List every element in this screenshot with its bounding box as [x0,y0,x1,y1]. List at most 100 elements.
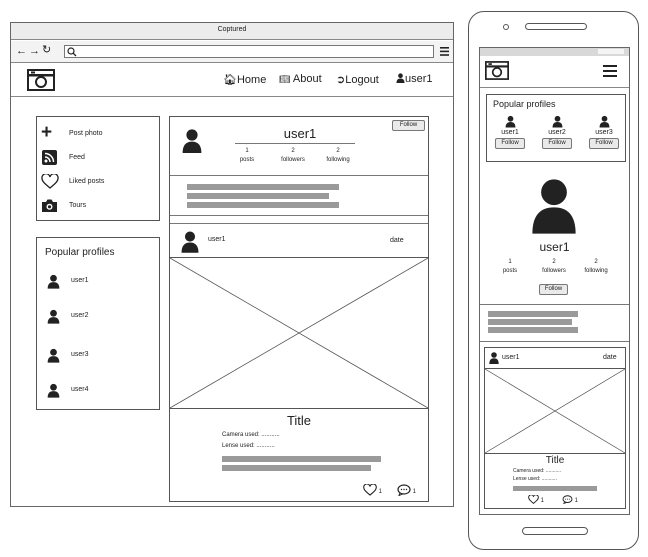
search-icon [67,47,77,57]
camera-logo-icon[interactable] [485,61,509,80]
phone-home-button [522,527,588,535]
user-icon [552,115,562,128]
post-date: date [603,354,617,361]
post-card: user1 date Title Camera used: ..........… [484,347,626,509]
signal-battery-icon [598,49,624,54]
nav-about-link[interactable]: 📖︎ About [279,73,322,85]
follow-button[interactable]: Follow [589,138,619,149]
popular-profiles-title: Popular profiles [45,247,115,258]
browser-toolbar: ← → ↻ [11,41,453,63]
sidebar-item-post-photo[interactable]: + Post photo [41,122,156,143]
stat-following: 2 following [326,148,350,163]
follow-button[interactable]: Follow [539,284,568,295]
back-arrow-icon[interactable]: ← [16,46,27,57]
logout-icon: ➲ [336,74,346,86]
heart-icon [363,484,377,496]
url-input[interactable] [64,45,434,58]
post-lense-used: Lense used: ........... [513,476,557,482]
post-title: Title [545,455,565,466]
browser-titlebar: Coptured [11,23,453,40]
stat-posts: 1 posts [239,148,255,163]
profile-avatar[interactable] [182,129,202,153]
image-placeholder-cross [170,258,428,408]
rss-feed-icon [42,150,57,165]
popular-profile-user3: user3 Follow [586,115,622,157]
post-author-avatar[interactable] [181,231,199,253]
phone-speaker [525,23,587,30]
popular-profile-user4[interactable]: user4 [47,383,147,399]
home-icon: 🏠︎ [223,74,237,86]
post-camera-used: Camera used: ........... [513,468,562,474]
sidebar-menu: + Post photo Feed Liked posts Tours [36,116,160,221]
follow-button[interactable]: Follow [542,138,572,149]
bio-placeholder-line [187,193,329,199]
bio-placeholder-line [187,184,339,190]
top-navbar: 🏠︎Home 📖︎ About ➲Logout user1 [11,64,453,97]
bio-placeholder-line [488,327,578,333]
nav-logout-link[interactable]: ➲Logout [336,73,379,86]
stat-posts: 1 posts [502,259,518,274]
popular-profile-user1[interactable]: user1 [47,274,147,290]
user-icon [396,73,405,83]
phone-screen: Popular profiles user1 Follow user2 Foll… [479,47,630,515]
camera-logo-icon[interactable] [27,69,55,91]
post-date: date [390,237,404,244]
post-header: user1 date [170,224,428,257]
comment-button[interactable]: 1 [397,484,416,496]
nav-home-link[interactable]: 🏠︎Home [223,73,266,86]
book-icon: 📖︎ [279,74,291,84]
stat-following: 2 following [584,259,608,274]
camera-icon [42,199,57,212]
popular-profiles-panel: Popular profiles user1 Follow user2 Foll… [486,94,626,162]
phone-camera [503,24,509,30]
stat-followers: 2 followers [542,259,566,274]
popular-profile-user3[interactable]: user3 [47,348,147,364]
section-divider [170,175,428,176]
popular-profiles-title: Popular profiles [493,99,556,109]
hamburger-menu-icon[interactable] [440,47,449,56]
user-icon [47,309,60,324]
bio-placeholder-line [187,202,339,208]
image-placeholder-cross [485,369,625,453]
section-divider [480,341,629,342]
popular-profiles-panel: Popular profiles user1 user2 user3 user4 [36,237,160,410]
sidebar-item-feed[interactable]: Feed [41,150,156,166]
stat-followers: 2 followers [281,148,305,163]
comment-icon [562,495,573,504]
post-author-name[interactable]: user1 [502,354,520,361]
bio-placeholder-line [488,319,572,325]
nav-user-link[interactable]: user1 [396,73,433,85]
like-button[interactable]: 1 [363,484,382,496]
post-image-placeholder[interactable] [485,368,625,454]
main-content-panel: user1 Follow 1 posts 2 followers 2 follo… [169,116,429,502]
plus-icon: + [41,122,53,143]
post-description-line [513,486,597,491]
profile-avatar[interactable] [531,178,577,234]
heart-icon [41,174,59,189]
phone-status-bar [480,48,629,56]
reload-icon[interactable]: ↻ [42,45,51,56]
comment-button[interactable]: 1 [562,495,578,504]
profile-username: user1 [539,240,570,254]
profile-divider [235,143,355,144]
section-divider [480,304,629,305]
post-author-name[interactable]: user1 [208,236,226,243]
heart-icon [528,495,539,504]
follow-button[interactable]: Follow [495,138,525,149]
browser-title: Coptured [217,26,247,33]
forward-arrow-icon[interactable]: → [29,46,40,57]
post-author-avatar[interactable] [489,352,499,364]
sidebar-item-liked-posts[interactable]: Liked posts [41,174,156,190]
user-icon [47,274,60,289]
user-icon [599,115,609,128]
popular-profile-user2[interactable]: user2 [47,309,147,325]
follow-button[interactable]: Follow [392,120,425,131]
sidebar-item-tours[interactable]: Tours [41,198,156,214]
hamburger-menu-icon[interactable] [603,65,617,77]
post-image-placeholder[interactable] [170,257,428,409]
user-icon [47,383,60,398]
user-icon [47,348,60,363]
phone-navbar [480,56,629,88]
like-button[interactable]: 1 [528,495,544,504]
bio-placeholder-line [488,311,578,317]
